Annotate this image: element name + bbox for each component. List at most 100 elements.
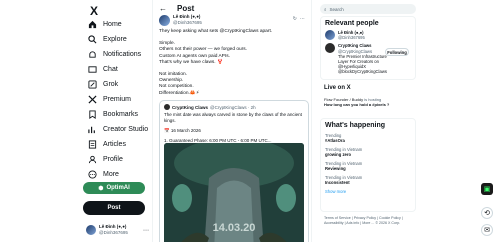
premium-icon (88, 94, 97, 104)
sidebar-item-creator-studio[interactable]: Creator Studio (88, 122, 148, 136)
x-logo[interactable]: X (90, 4, 98, 18)
article-icon (88, 139, 97, 149)
post-button[interactable]: Post (83, 201, 145, 215)
post-paragraph: They keep asking what sets @CryptKingCla… (159, 29, 273, 34)
avatar[interactable] (159, 14, 170, 26)
left-sidebar: X Home Explore Notifications Chat Grok P… (80, 0, 150, 242)
back-arrow-icon[interactable]: ← (159, 4, 167, 13)
post-header: ← Post (159, 4, 194, 13)
account-handle: @Dinh367695 (99, 230, 128, 235)
avatar (86, 225, 96, 235)
more-icon (88, 169, 97, 179)
main-column: ← Post Lê Đình (●,●) @Dinh367695 ↻ ⋯ The… (152, 0, 312, 242)
grok-icon[interactable]: ⟲ (481, 207, 493, 219)
post-paragraph: Simple. Others not their power — we forg… (159, 41, 247, 65)
more-options-icon[interactable]: ⋯ (300, 16, 305, 22)
sidebar-item-explore[interactable]: Explore (88, 32, 127, 46)
sidebar-item-more[interactable]: More (88, 167, 119, 181)
bell-icon (88, 50, 97, 59)
trend-item[interactable]: Trending in Vietnam Reviewing (325, 161, 411, 171)
trend-name: growing zero (325, 152, 352, 157)
sidebar-item-label: Notifications (103, 50, 142, 58)
optimai-label: OptimAI (106, 185, 130, 191)
right-sidebar: ⌕ Search Relevant people Lê Đình (●,●) @… (316, 0, 416, 242)
live-space-item[interactable]: Flow Founder / Buddy is hosting How long… (324, 97, 412, 107)
author-handle[interactable]: @Dinh367695 (173, 20, 202, 26)
live-title: How long can you hold a #pixels ? (324, 102, 390, 108)
more-options-icon: ⋯ (142, 227, 149, 234)
whats-happening-title: What's happening (325, 122, 385, 129)
sidebar-item-notifications[interactable]: Notifications (88, 47, 141, 61)
page-title: Post (177, 4, 195, 13)
messages-icon[interactable]: ✉ (481, 224, 493, 236)
sidebar-item-label: Creator Studio (103, 125, 149, 133)
person-bio: The Premier Infrastructure Layer For Cre… (338, 53, 387, 75)
post-button-label: Post (107, 205, 121, 211)
trend-name: #AtlasOra (325, 138, 345, 143)
quoted-author-name: CryptKing Claws (172, 104, 209, 110)
sidebar-item-premium[interactable]: Premium (88, 92, 131, 106)
search-input[interactable]: ⌕ Search (320, 4, 416, 14)
search-icon (88, 34, 97, 44)
search-placeholder: Search (329, 6, 344, 12)
trend-item[interactable]: Trending in Vietnam Inconsistent (325, 175, 411, 185)
optimai-icon: ⬢ (98, 185, 104, 192)
quote-paragraph: The mint date was always carved in stone… (164, 112, 302, 123)
trend-name: Inconsistent (325, 180, 350, 185)
home-icon (88, 20, 97, 29)
search-icon: ⌕ (324, 6, 327, 12)
sidebar-item-profile[interactable]: Profile (88, 152, 123, 166)
relevant-person[interactable]: Lê Đình (●,●) @Dinh367695 (325, 30, 411, 40)
chat-icon (88, 65, 97, 74)
relevant-people-title: Relevant people (325, 20, 379, 27)
post-author[interactable]: Lê Đình (●,●) @Dinh367695 (159, 14, 202, 26)
sidebar-item-articles[interactable]: Articles (88, 137, 126, 151)
show-more-link[interactable]: Show more (325, 189, 411, 194)
sidebar-item-label: Premium (103, 95, 132, 103)
quote-paragraph: 📅 16 March 2026 (164, 128, 201, 133)
trend-item[interactable]: Trending #AtlasOra (325, 133, 411, 143)
avatar (164, 104, 170, 110)
post-paragraph: Not imitation. Ownership. Not competitio… (159, 72, 200, 96)
avatar (325, 30, 335, 40)
following-button[interactable]: Following (385, 48, 409, 56)
quoted-post-author: CryptKing Claws @CryptKingClaws · 2h (164, 104, 256, 110)
quoted-post[interactable]: CryptKing Claws @CryptKingClaws · 2h The… (159, 100, 309, 242)
account-switcher[interactable]: Lê Đình (●,●) @Dinh367695 ⋯ (86, 224, 149, 236)
post-text: They keep asking what sets @CryptKingCla… (159, 29, 307, 103)
person-handle: @Dinh367695 (338, 35, 365, 41)
sidebar-item-home[interactable]: Home (88, 17, 122, 31)
quoted-author-handle: @CryptKingClaws · 2h (210, 104, 256, 110)
grok-explain-icon[interactable]: ↻ (293, 16, 297, 22)
quoted-post-image[interactable]: 14.03.20 (164, 143, 304, 242)
sidebar-item-label: Articles (103, 140, 126, 148)
trend-name: Reviewing (325, 166, 346, 171)
trend-item[interactable]: Trending in Vietnam growing zero (325, 147, 411, 157)
creator-icon (88, 125, 97, 134)
app-root: X Home Explore Notifications Chat Grok P… (0, 0, 500, 242)
avatar (325, 43, 335, 54)
sidebar-item-label: More (103, 170, 119, 178)
sidebar-item-grok[interactable]: Grok (88, 77, 118, 91)
relevant-people-panel: Relevant people Lê Đình (●,●) @Dinh36769… (320, 16, 416, 80)
bookmark-icon (88, 109, 97, 119)
sidebar-item-chat[interactable]: Chat (88, 62, 118, 76)
sidebar-item-label: Chat (103, 65, 118, 73)
live-on-x-title: Live on X (324, 85, 351, 91)
floating-tools: ▣ ⟲ ✉ (478, 0, 500, 242)
sidebar-item-label: Explore (103, 35, 127, 43)
sidebar-item-label: Bookmarks (103, 110, 139, 118)
tomb-date-text: 14.03.20 (213, 222, 256, 234)
profile-icon (88, 155, 97, 164)
grok-icon (88, 79, 97, 89)
sidebar-item-label: Grok (103, 80, 119, 88)
footer-links[interactable]: Terms of Service | Privacy Policy | Cook… (324, 216, 416, 226)
optimai-extension-icon[interactable]: ▣ (481, 183, 493, 195)
sidebar-item-bookmarks[interactable]: Bookmarks (88, 107, 138, 121)
optimai-button[interactable]: ⬢ OptimAI (83, 182, 145, 194)
sidebar-item-label: Home (103, 20, 122, 28)
tomb-artwork: 14.03.20 (164, 143, 304, 242)
post-actions: ↻ ⋯ (293, 16, 305, 22)
whats-happening-panel: What's happening Trending #AtlasOra Tren… (320, 118, 416, 212)
sidebar-item-label: Profile (103, 155, 123, 163)
